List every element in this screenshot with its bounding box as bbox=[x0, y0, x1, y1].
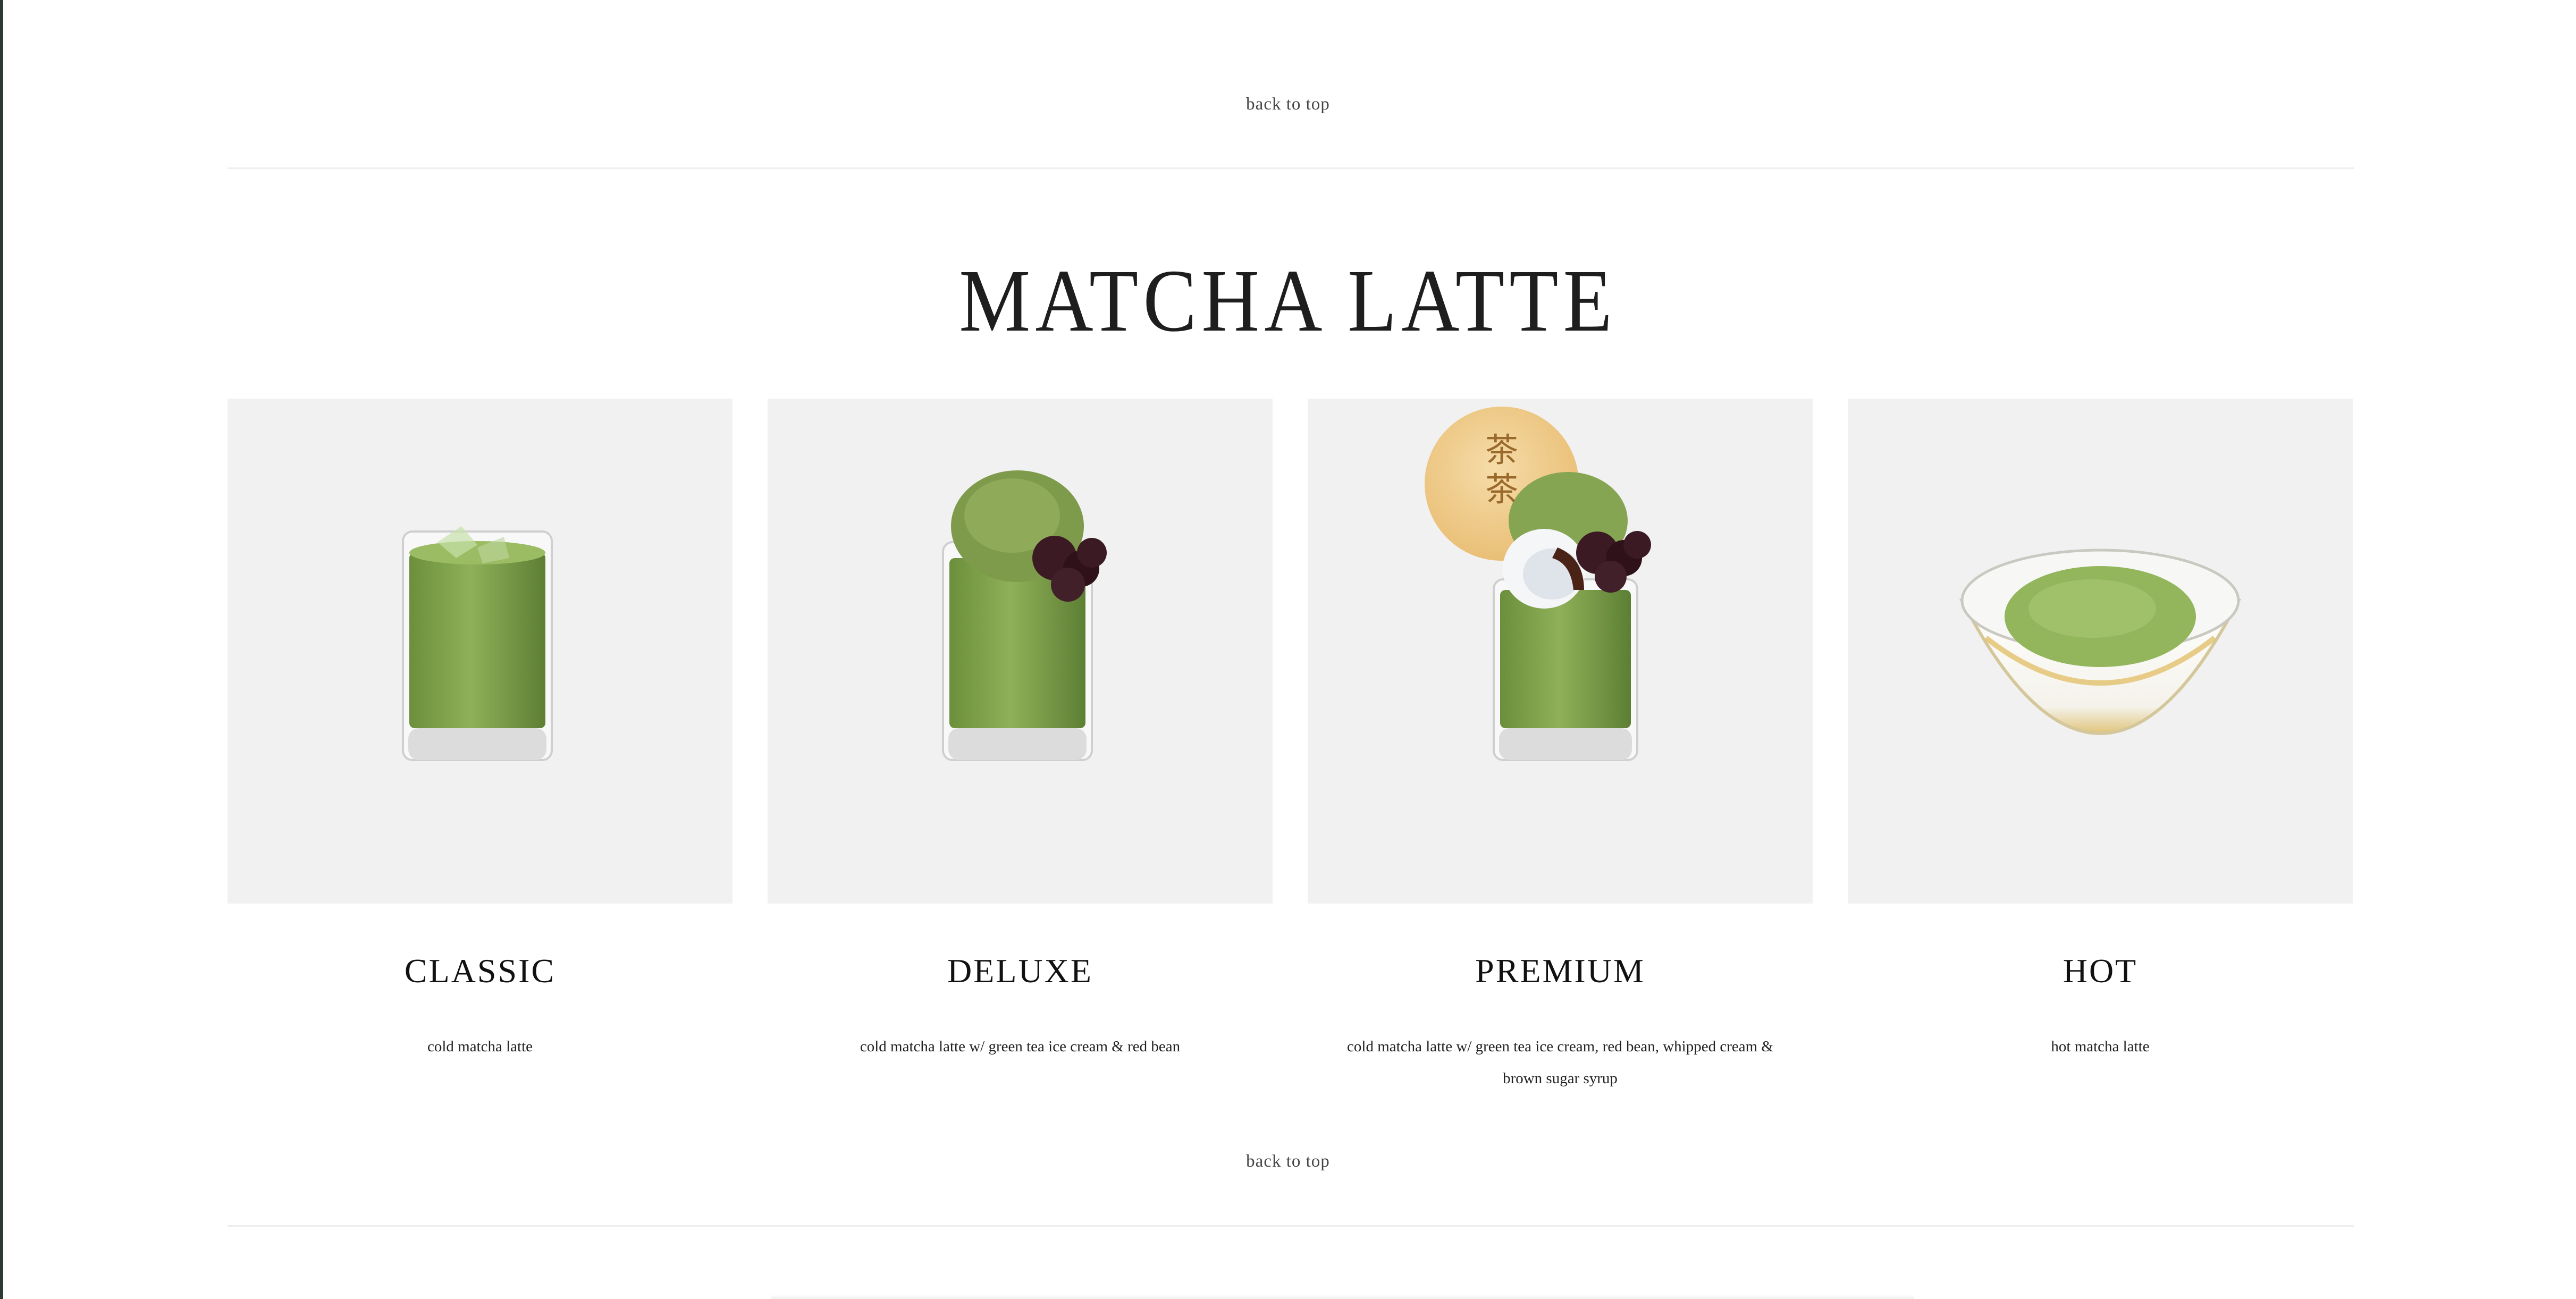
product-photo[interactable]: 茶茶 bbox=[1308, 399, 1813, 904]
menu-page: back to top MATCHA LATTE CLASSIC cold ma… bbox=[0, 0, 2576, 1299]
hot-matcha-bowl-icon bbox=[1959, 549, 2241, 735]
product-description: cold matcha latte w/ green tea ice cream… bbox=[1347, 1038, 1773, 1087]
next-section-edge bbox=[771, 1295, 1914, 1299]
matcha-latte-with-ice-cream-icon bbox=[942, 470, 1107, 761]
iced-matcha-latte-glass-icon bbox=[402, 526, 553, 761]
section-title: MATCHA LATTE bbox=[959, 251, 1617, 350]
matcha-latte-with-cookie-icon bbox=[1425, 407, 1651, 761]
product-card-hot[interactable]: HOT hot matcha latte bbox=[1848, 399, 2353, 1062]
product-photo[interactable] bbox=[1848, 399, 2353, 904]
product-name: DELUXE bbox=[947, 952, 1093, 990]
product-card-deluxe[interactable]: DELUXE cold matcha latte w/ green tea ic… bbox=[768, 399, 1273, 1062]
window-edge bbox=[0, 0, 3, 1299]
product-photo[interactable] bbox=[768, 399, 1273, 904]
product-name: CLASSIC bbox=[404, 952, 556, 990]
section-divider bbox=[228, 167, 2354, 169]
product-card-classic[interactable]: CLASSIC cold matcha latte bbox=[228, 399, 733, 1062]
product-description: cold matcha latte bbox=[427, 1038, 533, 1055]
back-to-top-link[interactable]: back to top bbox=[0, 1152, 2576, 1171]
product-name: HOT bbox=[2063, 952, 2138, 990]
back-to-top-link[interactable]: back to top bbox=[0, 95, 2576, 114]
product-description: hot matcha latte bbox=[2051, 1038, 2150, 1055]
product-description: cold matcha latte w/ green tea ice cream… bbox=[860, 1038, 1181, 1055]
section-divider bbox=[228, 1225, 2354, 1227]
cookie-stamp-text: 茶茶 bbox=[1485, 431, 1518, 509]
product-photo[interactable] bbox=[228, 399, 733, 904]
product-card-premium[interactable]: 茶茶 PREMIUM cold matcha latte w/ green te… bbox=[1308, 399, 1813, 1094]
product-name: PREMIUM bbox=[1475, 952, 1645, 990]
